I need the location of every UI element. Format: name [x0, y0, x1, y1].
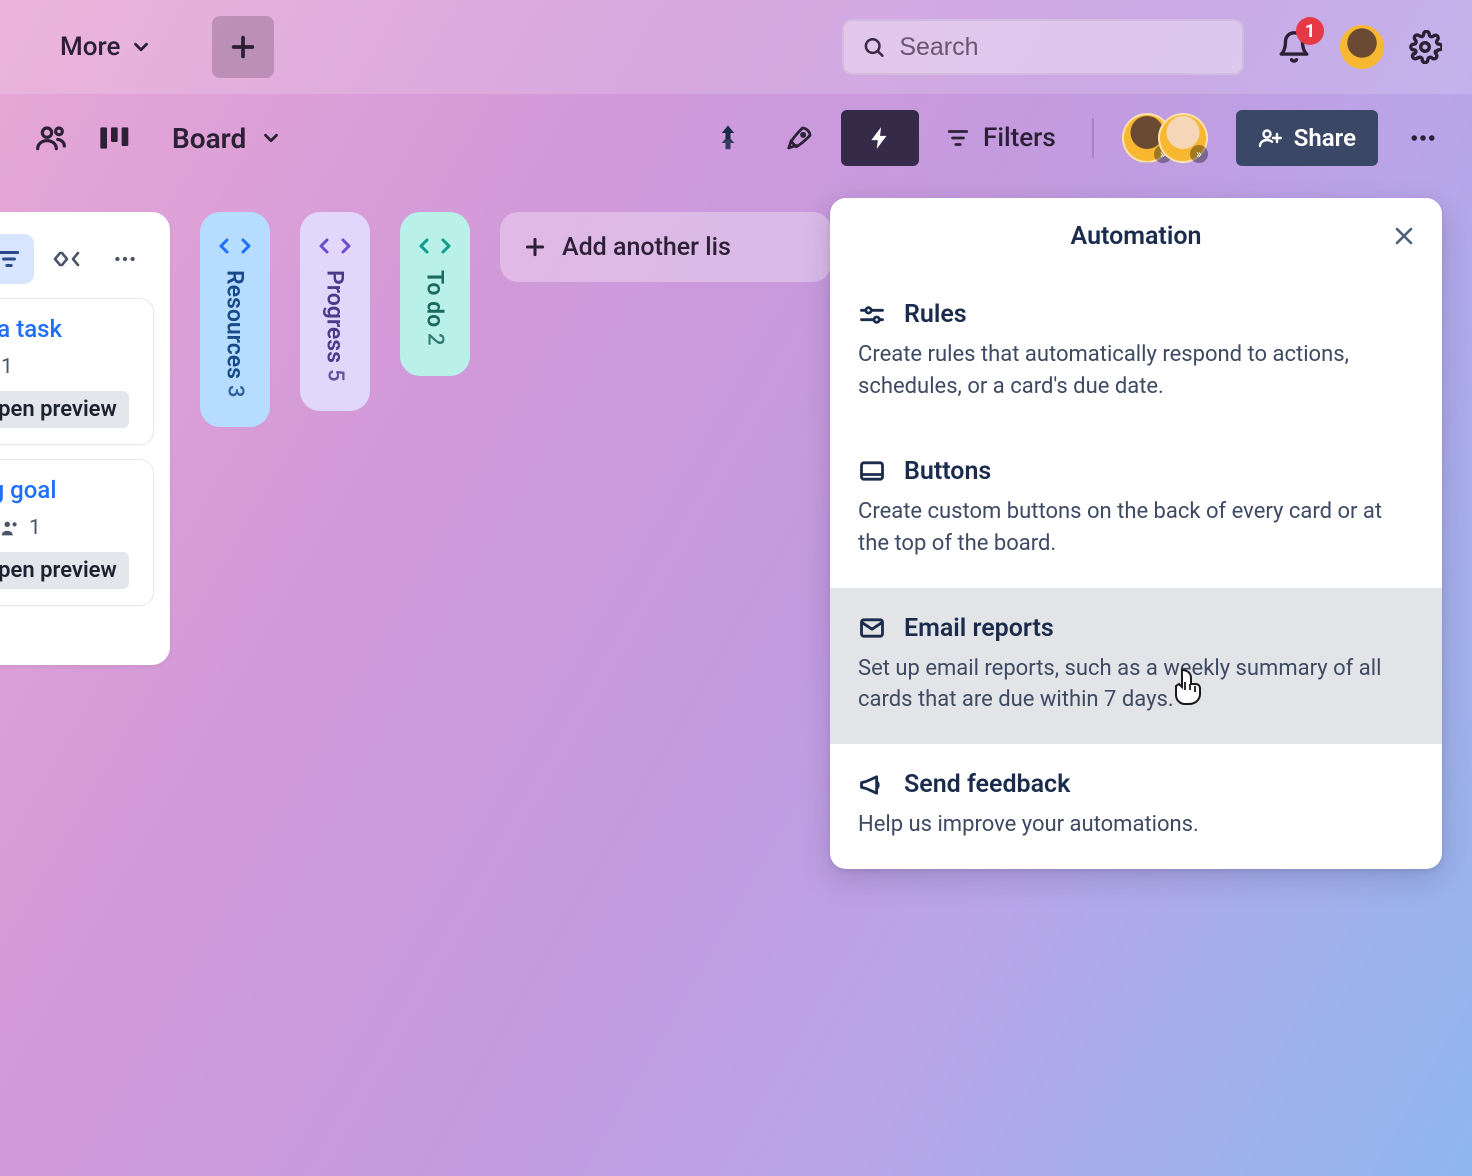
automation-item-email-reports[interactable]: Email reports Set up email reports, such…: [830, 588, 1442, 745]
account-avatar[interactable]: [1340, 25, 1384, 69]
expand-icon: [217, 236, 253, 256]
card[interactable]: big goal 1 Open preview: [0, 459, 154, 606]
view-switch-button[interactable]: [88, 111, 142, 165]
rocket-button[interactable]: [769, 110, 831, 166]
dots-horizontal-icon: [112, 246, 138, 272]
plus-icon: [227, 31, 259, 63]
board-view-selector[interactable]: Board: [158, 112, 296, 165]
board-members[interactable]: » »: [1122, 113, 1208, 163]
item-desc: Set up email reports, such as a weekly s…: [858, 653, 1414, 717]
share-label: Share: [1294, 124, 1356, 152]
list-count: 3: [223, 385, 248, 398]
automation-item-buttons[interactable]: Buttons Create custom buttons on the bac…: [830, 431, 1442, 588]
create-button[interactable]: [212, 16, 274, 78]
list-filter-button[interactable]: [0, 234, 34, 284]
list-name: To do: [422, 270, 449, 327]
item-title: Rules: [904, 300, 967, 329]
people-icon: [35, 122, 67, 154]
list-name: Progress: [322, 270, 349, 363]
dots-horizontal-icon: [1408, 123, 1438, 153]
powerup-button[interactable]: [697, 110, 759, 166]
filters-button[interactable]: Filters: [929, 123, 1072, 153]
sliders-icon: [858, 301, 886, 329]
search-box[interactable]: [842, 19, 1244, 75]
more-label: More: [60, 32, 120, 62]
add-list-label: Add another lis: [562, 233, 731, 262]
open-preview-chip[interactable]: Open preview: [0, 552, 129, 589]
list-name: Resources: [222, 270, 249, 379]
people-icon: [0, 517, 21, 539]
card-members-count: 1: [0, 516, 139, 540]
board-toolbar: Board Filters » » Share: [0, 94, 1472, 182]
popover-close-button[interactable]: [1384, 216, 1424, 256]
share-button[interactable]: Share: [1236, 110, 1378, 166]
item-desc: Create custom buttons on the back of eve…: [858, 496, 1414, 560]
chevron-down-icon: [260, 127, 282, 149]
member-avatar[interactable]: »: [1158, 113, 1208, 163]
notifications-button[interactable]: 1: [1272, 25, 1316, 69]
item-title: Send feedback: [904, 770, 1070, 799]
chevron-down-icon: [130, 36, 152, 58]
search-input[interactable]: [899, 33, 1224, 62]
workspace-button[interactable]: [24, 111, 78, 165]
automation-popover: Automation Rules Create rules that autom…: [830, 198, 1442, 869]
collapsed-list[interactable]: To do 2: [400, 212, 470, 376]
plus-icon: [522, 234, 548, 260]
close-icon: [1392, 224, 1416, 248]
open-preview-chip[interactable]: Open preview: [0, 391, 129, 428]
list-count: 5: [323, 369, 348, 382]
filter-icon: [0, 246, 22, 272]
bolt-icon: [867, 125, 893, 151]
card[interactable]: st a task 1 Open preview: [0, 298, 154, 445]
filters-label: Filters: [983, 123, 1056, 153]
item-desc: Help us improve your automations.: [858, 809, 1414, 841]
settings-button[interactable]: [1408, 30, 1442, 64]
expand-icon: [417, 236, 453, 256]
item-desc: Create rules that automatically respond …: [858, 339, 1414, 403]
share-person-icon: [1258, 126, 1282, 150]
more-menu-button[interactable]: More: [40, 22, 172, 72]
collapsed-list[interactable]: Progress 5: [300, 212, 370, 411]
list-more-button[interactable]: [100, 234, 150, 284]
automation-button[interactable]: [841, 110, 919, 166]
rocket-icon: [785, 123, 815, 153]
card-members-count: 1: [0, 355, 139, 379]
automation-item-feedback[interactable]: Send feedback Help us improve your autom…: [830, 744, 1442, 869]
board-icon: [99, 125, 131, 151]
list-footer-hint: sts: [0, 620, 154, 645]
gear-icon: [1408, 30, 1442, 64]
list-count: 2: [423, 333, 448, 346]
search-icon: [862, 34, 885, 60]
item-title: Buttons: [904, 457, 991, 486]
item-title: Email reports: [904, 614, 1054, 643]
mail-icon: [858, 614, 886, 642]
button-icon: [858, 457, 886, 485]
notification-badge: 1: [1296, 17, 1324, 45]
add-list-button[interactable]: Add another lis: [500, 212, 831, 282]
collapsed-list[interactable]: Resources 3: [200, 212, 270, 427]
collapse-icon: [52, 249, 82, 269]
card-title: big goal: [0, 476, 139, 504]
board-more-button[interactable]: [1398, 113, 1448, 163]
megaphone-icon: [858, 771, 886, 799]
board-view-label: Board: [172, 122, 246, 155]
automation-item-rules[interactable]: Rules Create rules that automatically re…: [830, 274, 1442, 431]
separator: [1092, 118, 1094, 158]
expand-icon: [317, 236, 353, 256]
arrow-up-stack-icon: [713, 123, 743, 153]
list-column: st a task 1 Open preview big goal 1 Open…: [0, 212, 170, 665]
filter-icon: [945, 125, 971, 151]
list-collapse-button[interactable]: [42, 234, 92, 284]
card-title: st a task: [0, 315, 139, 343]
top-nav: More 1: [0, 0, 1472, 94]
popover-title: Automation: [830, 198, 1442, 274]
